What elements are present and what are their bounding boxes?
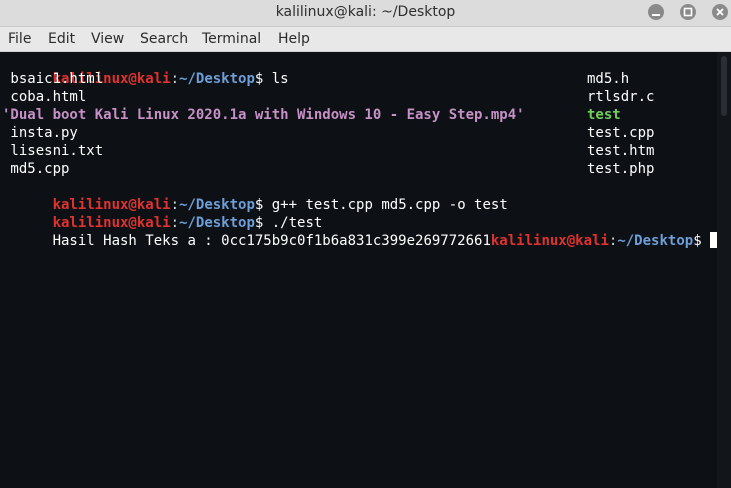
minimize-button[interactable] — [648, 4, 664, 20]
file-entry: md5.cpp — [2, 161, 70, 177]
hash-output-line: Hasil Hash Teks a : 0cc175b9c0f1b6a831c3… — [2, 214, 718, 249]
file-entry: md5.h — [587, 71, 630, 87]
close-icon — [716, 8, 724, 16]
prompt-path: ~/Desktop — [179, 71, 255, 87]
prompt-user: kalilinux@kali — [490, 233, 609, 249]
command-text: ls — [263, 71, 289, 87]
command-line-ls: kalilinux@kali:~/Desktop$ ls — [2, 52, 289, 87]
window-title: kalilinux@kali: ~/Desktop — [275, 4, 456, 20]
scrollbar[interactable] — [717, 52, 731, 488]
file-entry: bsaic1.html — [2, 71, 104, 87]
terminal-window: kalilinux@kali: ~/Desktop File Edit View… — [0, 0, 731, 488]
close-button[interactable] — [712, 4, 728, 20]
prompt-separator: : — [170, 71, 180, 87]
hash-output: Hasil Hash Teks a : 0cc175b9c0f1b6a831c3… — [52, 233, 491, 249]
prompt-path: ~/Desktop — [617, 233, 694, 249]
terminal-output[interactable]: kalilinux@kali:~/Desktop$ ls bsaic1.html… — [0, 52, 718, 488]
file-entry: rtlsdr.c — [587, 89, 655, 105]
menu-search[interactable]: Search — [140, 31, 188, 47]
menu-terminal[interactable]: Terminal — [202, 31, 261, 47]
menu-edit[interactable]: Edit — [48, 31, 75, 47]
file-entry: insta.py — [2, 125, 78, 141]
file-entry: test.cpp — [587, 125, 655, 141]
menu-bar: File Edit View Search Terminal Help — [0, 27, 731, 52]
file-entry: test.php — [587, 161, 655, 177]
file-entry: coba.html — [2, 89, 87, 105]
prompt-symbol: $ — [693, 233, 702, 249]
scrollbar-thumb[interactable] — [721, 56, 727, 116]
menu-view[interactable]: View — [91, 31, 124, 47]
menu-file[interactable]: File — [8, 31, 31, 47]
file-entry-video: 'Dual boot Kali Linux 2020.1a with Windo… — [2, 107, 525, 123]
title-bar[interactable]: kalilinux@kali: ~/Desktop — [0, 0, 731, 27]
file-entry: lisesni.txt — [2, 143, 104, 159]
maximize-button[interactable] — [680, 4, 696, 20]
command-line-compile: kalilinux@kali:~/Desktop$ g++ test.cpp m… — [2, 178, 508, 213]
minimize-icon — [652, 14, 660, 16]
menu-help[interactable]: Help — [278, 31, 310, 47]
command-line-run: kalilinux@kali:~/Desktop$ ./test — [2, 196, 323, 231]
file-entry-executable: test — [587, 107, 621, 123]
maximize-icon — [683, 7, 693, 17]
file-entry: test.htm — [587, 143, 655, 159]
